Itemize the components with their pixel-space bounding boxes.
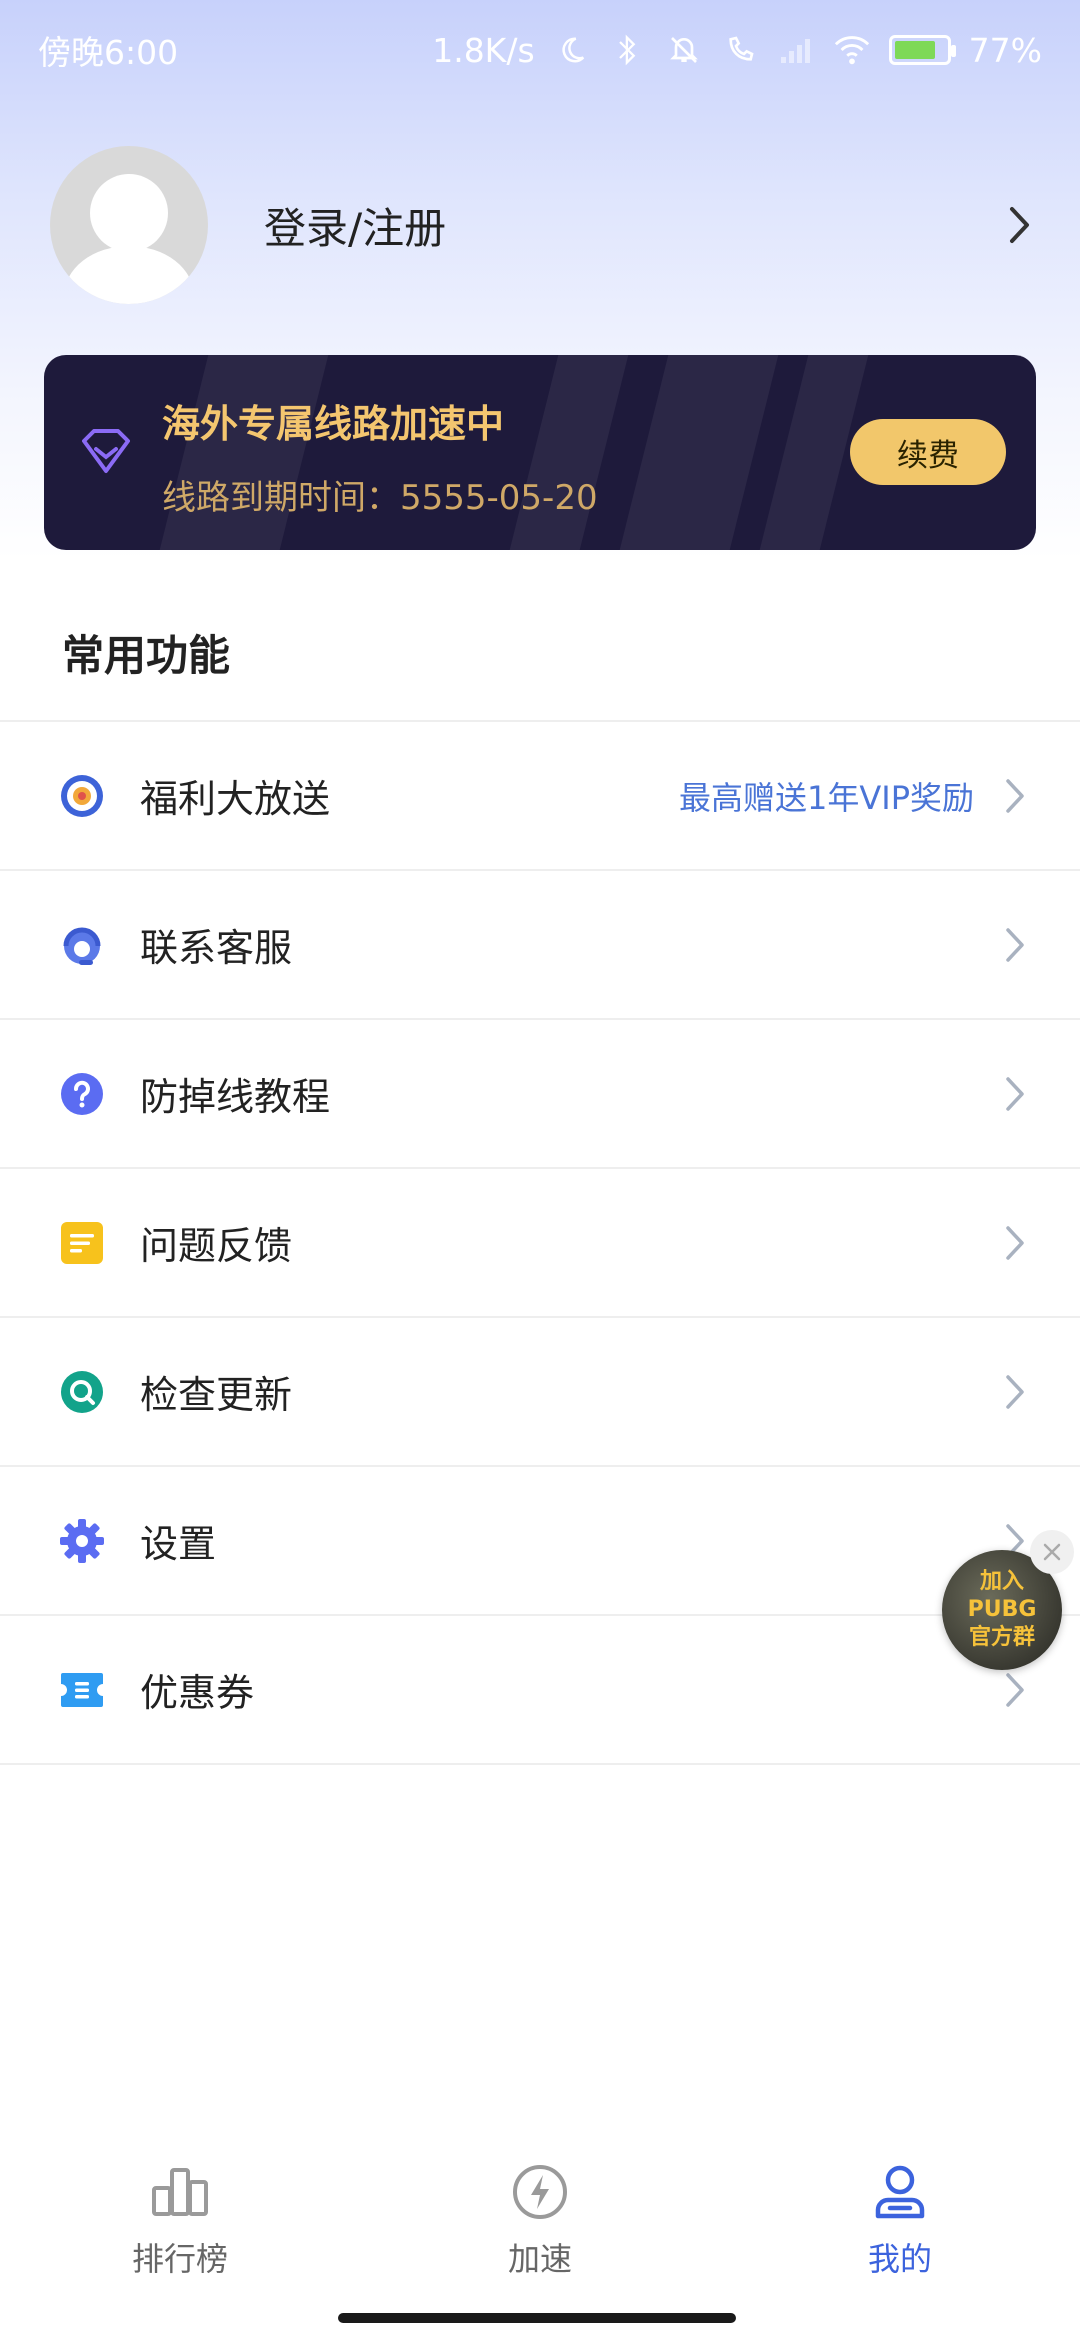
menu-label: 检查更新 xyxy=(140,1373,293,1417)
ranking-icon xyxy=(150,2162,210,2222)
menu-label: 问题反馈 xyxy=(140,1224,293,1268)
menu-label: 防掉线教程 xyxy=(140,1075,331,1119)
battery-percent: 77% xyxy=(968,30,1042,70)
close-icon[interactable] xyxy=(1030,1530,1074,1574)
feedback-icon xyxy=(58,1219,106,1267)
customer-service-icon xyxy=(58,921,106,969)
menu-item-settings[interactable]: 设置 xyxy=(0,1467,1080,1616)
chevron-right-icon xyxy=(1002,1074,1028,1114)
menu-item-feedback[interactable]: 问题反馈 xyxy=(0,1169,1080,1318)
signal-icon xyxy=(777,31,815,69)
bluetooth-icon xyxy=(609,31,647,69)
gift-badge-icon xyxy=(58,772,106,820)
menu-label: 优惠券 xyxy=(140,1671,255,1715)
nav-label: 加速 xyxy=(507,2240,572,2278)
menu-label: 联系客服 xyxy=(140,926,293,970)
diamond-icon xyxy=(78,427,134,477)
menu-item-check-update[interactable]: 检查更新 xyxy=(0,1318,1080,1467)
net-speed: 1.8K/s xyxy=(432,30,535,70)
menu-label: 设置 xyxy=(140,1522,217,1566)
section-title: 常用功能 xyxy=(62,631,231,680)
menu-item-welfare[interactable]: 福利大放送 最高赠送1年VIP奖励 xyxy=(0,722,1080,871)
user-icon xyxy=(870,2162,930,2222)
float-line-2: PUBG xyxy=(967,1597,1037,1622)
nav-label: 我的 xyxy=(867,2240,932,2278)
nav-item-boost[interactable]: 加速 xyxy=(360,2140,720,2290)
coupon-icon xyxy=(58,1666,106,1714)
chevron-right-icon xyxy=(1002,1223,1028,1263)
login-register-link[interactable]: 登录/注册 xyxy=(264,195,1000,256)
float-line-1: 加入 xyxy=(979,1569,1024,1594)
bell-off-icon xyxy=(665,31,703,69)
vip-expire-date: 线路到期时间：5555-05-20 xyxy=(162,478,598,518)
call-icon xyxy=(721,31,759,69)
avatar[interactable] xyxy=(50,146,208,304)
question-icon xyxy=(58,1070,106,1118)
status-icons: 1.8K/s 77% xyxy=(432,31,1042,70)
chevron-right-icon xyxy=(1002,1372,1028,1412)
vip-reward-note: 最高赠送1年VIP奖励 xyxy=(679,778,974,817)
menu-item-coupon[interactable]: 优惠券 xyxy=(0,1616,1080,1765)
nav-label: 排行榜 xyxy=(131,2240,228,2278)
bottom-nav: 排行榜 加速 我的 xyxy=(0,2140,1080,2290)
boost-icon xyxy=(510,2162,570,2222)
wifi-icon xyxy=(833,31,871,69)
status-bar: 傍晚6:00 1.8K/s 77% xyxy=(0,0,1080,100)
vip-card[interactable]: 海外专属线路加速中 线路到期时间：5555-05-20 续费 xyxy=(44,355,1036,550)
nav-item-ranking[interactable]: 排行榜 xyxy=(0,2140,360,2290)
menu-list: 福利大放送 最高赠送1年VIP奖励 联系客服 防掉线教程 问题反馈 检查更新 设… xyxy=(0,720,1080,1765)
gear-icon xyxy=(58,1517,106,1565)
battery-icon xyxy=(888,35,956,65)
chevron-right-icon xyxy=(1002,776,1028,816)
float-line-3: 官方群 xyxy=(968,1625,1035,1650)
menu-item-customer-service[interactable]: 联系客服 xyxy=(0,871,1080,1020)
status-time: 傍晚6:00 xyxy=(38,33,179,72)
update-search-icon xyxy=(58,1368,106,1416)
menu-item-tutorial[interactable]: 防掉线教程 xyxy=(0,1020,1080,1169)
renew-button[interactable]: 续费 xyxy=(850,419,1006,485)
pubg-group-float[interactable]: 加入 PUBG 官方群 xyxy=(942,1530,1074,1670)
vip-title: 海外专属线路加速中 xyxy=(162,402,505,446)
chevron-right-icon[interactable] xyxy=(1000,205,1040,245)
chevron-right-icon xyxy=(1002,925,1028,965)
menu-label: 福利大放送 xyxy=(140,777,331,821)
home-indicator[interactable] xyxy=(338,2313,736,2323)
moon-icon xyxy=(553,31,591,69)
nav-item-mine[interactable]: 我的 xyxy=(720,2140,1080,2290)
profile-row[interactable]: 登录/注册 xyxy=(50,145,1040,305)
chevron-right-icon xyxy=(1002,1670,1028,1710)
